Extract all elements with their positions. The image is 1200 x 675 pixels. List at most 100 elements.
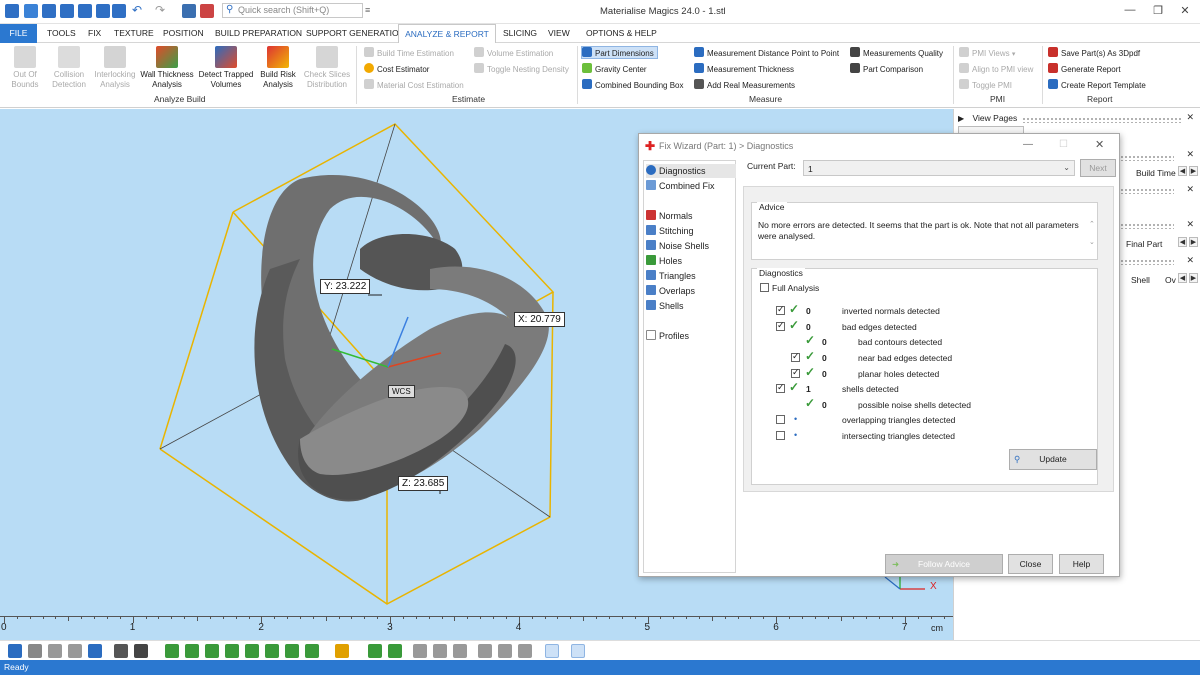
save-icon[interactable] <box>60 4 74 18</box>
gravity-center-button[interactable]: Gravity Center <box>582 63 647 76</box>
dialog-close-icon[interactable]: ✕ <box>1095 138 1104 151</box>
pmi-views-button[interactable]: PMI Views ▾ <box>959 47 1015 60</box>
tab-slicing[interactable]: SLICING <box>503 28 537 38</box>
open-icon[interactable] <box>42 4 56 18</box>
close-panel-icon[interactable]: ✕ <box>1186 149 1194 160</box>
shading-icon[interactable] <box>134 644 148 658</box>
tab-position[interactable]: POSITION <box>163 28 204 38</box>
close-button[interactable]: Close <box>1008 554 1053 574</box>
save-parts-3dpdf-button[interactable]: Save Part(s) As 3Dpdf <box>1048 47 1140 60</box>
close-panel-icon[interactable]: ✕ <box>1186 112 1194 123</box>
select-box-icon[interactable] <box>245 644 259 658</box>
unmark-all-icon[interactable] <box>518 644 532 658</box>
tab-build-preparation[interactable]: BUILD PREPARATION <box>215 28 302 38</box>
save-as-icon[interactable] <box>96 4 110 18</box>
close-panel-icon[interactable]: ✕ <box>1186 219 1194 230</box>
combined-bounding-box-button[interactable]: Combined Bounding Box <box>582 79 684 92</box>
qat-customize-icon[interactable]: ≡ <box>365 5 370 15</box>
select-cylinder-icon[interactable] <box>265 644 279 658</box>
build-time-estimation-button[interactable]: Build Time Estimation <box>364 47 454 60</box>
save-project-icon[interactable] <box>112 4 126 18</box>
surface-mode-icon[interactable] <box>571 644 585 658</box>
full-analysis-checkbox[interactable] <box>760 283 769 292</box>
toggle-nesting-density-button[interactable]: Toggle Nesting Density <box>474 63 569 76</box>
prev-arrow-icon[interactable]: ◀ <box>1178 237 1187 247</box>
shrink-icon[interactable] <box>433 644 447 658</box>
minimize-button[interactable]: — <box>1120 4 1140 16</box>
volume-estimation-button[interactable]: Volume Estimation <box>474 47 553 60</box>
create-report-template-button[interactable]: Create Report Template <box>1048 79 1146 92</box>
nav-normals[interactable]: Normals <box>646 209 736 223</box>
material-cost-estimation-button[interactable]: Material Cost Estimation <box>364 79 464 92</box>
zoom-icon[interactable] <box>8 644 22 658</box>
panel-grip[interactable] <box>1022 117 1182 123</box>
nav-diagnostics[interactable]: Diagnostics <box>646 164 736 178</box>
check-slices-distribution-button[interactable]: Check Slices Distribution <box>303 46 351 90</box>
triangle-mode-icon[interactable] <box>545 644 559 658</box>
quick-search-input[interactable]: ⚲ Quick search (Shift+Q) <box>222 3 363 18</box>
nav-combined-fix[interactable]: Combined Fix <box>646 179 736 193</box>
select-lasso-icon[interactable] <box>285 644 299 658</box>
prev-arrow-icon[interactable]: ◀ <box>1178 273 1187 283</box>
nav-triangles[interactable]: Triangles <box>646 269 736 283</box>
color-icon[interactable] <box>335 644 349 658</box>
bad-edges-checkbox[interactable] <box>776 320 785 331</box>
tab-view[interactable]: VIEW <box>548 28 570 38</box>
tab-options-help[interactable]: OPTIONS & HELP <box>586 28 657 38</box>
prev-arrow-icon[interactable]: ◀ <box>1178 166 1187 176</box>
dialog-maximize-button[interactable]: ☐ <box>1059 139 1068 150</box>
view-cube-icon[interactable] <box>88 644 102 658</box>
mark-icon[interactable] <box>368 644 382 658</box>
tab-fix[interactable]: FIX <box>88 28 101 38</box>
tab-texture[interactable]: TEXTURE <box>114 28 154 38</box>
restore-button[interactable]: ❐ <box>1148 4 1168 17</box>
nav-noise-shells[interactable]: Noise Shells <box>646 239 736 253</box>
render-mode-icon[interactable] <box>114 644 128 658</box>
measurement-distance-button[interactable]: Measurement Distance Point to Point <box>694 47 839 60</box>
part-icon[interactable] <box>182 4 196 18</box>
tab-support-generation[interactable]: SUPPORT GENERATION <box>306 28 405 38</box>
generate-report-button[interactable]: Generate Report <box>1048 63 1121 76</box>
close-panel-icon[interactable]: ✕ <box>1186 184 1194 195</box>
align-to-pmi-view-button[interactable]: Align to PMI view <box>959 63 1033 76</box>
tab-file[interactable]: FILE <box>0 24 37 43</box>
next-arrow-icon[interactable]: ▶ <box>1189 166 1198 176</box>
new-file-icon[interactable] <box>24 4 38 18</box>
select-plane-icon[interactable] <box>225 644 239 658</box>
nav-stitching[interactable]: Stitching <box>646 224 736 238</box>
nav-profiles[interactable]: Profiles <box>646 329 736 343</box>
update-button[interactable]: ⚲ Update <box>1009 449 1097 470</box>
expand-icon[interactable] <box>413 644 427 658</box>
zoom-window-icon[interactable] <box>28 644 42 658</box>
planar-holes-checkbox[interactable] <box>791 367 800 378</box>
zoom-fit-icon[interactable] <box>48 644 62 658</box>
close-panel-icon[interactable]: ✕ <box>1186 255 1194 266</box>
cost-estimator-button[interactable]: Cost Estimator <box>364 63 429 76</box>
follow-advice-button[interactable]: ➜ Follow Advice <box>885 554 1003 574</box>
select-triangle-icon[interactable] <box>165 644 179 658</box>
next-button[interactable]: Next <box>1080 159 1116 177</box>
pan-icon[interactable] <box>68 644 82 658</box>
intersecting-triangles-checkbox[interactable] <box>776 431 785 440</box>
select-shell-icon[interactable] <box>205 644 219 658</box>
help-button[interactable]: Help <box>1059 554 1104 574</box>
toggle-pmi-button[interactable]: Toggle PMI <box>959 79 1012 92</box>
invert-icon[interactable] <box>453 644 467 658</box>
interlocking-analysis-button[interactable]: Interlocking Analysis <box>93 46 137 90</box>
build-risk-analysis-button[interactable]: Build Risk Analysis <box>258 46 298 90</box>
collision-detection-button[interactable]: Collision Detection <box>48 46 90 90</box>
part-dimensions-button[interactable]: Part Dimensions <box>581 46 658 59</box>
dialog-minimize-button[interactable]: — <box>1023 139 1033 150</box>
advice-scrollbar[interactable]: ⌃ ⌄ <box>1089 216 1095 252</box>
undo-icon[interactable]: ↶ <box>132 4 148 18</box>
select-brush-icon[interactable] <box>305 644 319 658</box>
tab-analyze-report[interactable]: ANALYZE & REPORT <box>398 24 496 44</box>
wall-thickness-analysis-button[interactable]: Wall Thickness Analysis <box>140 46 194 90</box>
redo-icon[interactable]: ↷ <box>155 4 171 18</box>
close-window-button[interactable]: ✕ <box>1175 4 1195 17</box>
add-real-measurements-button[interactable]: Add Real Measurements <box>694 79 795 92</box>
near-bad-edges-checkbox[interactable] <box>791 351 800 362</box>
current-part-select[interactable]: 1 ⌄ <box>803 160 1075 176</box>
fix-icon[interactable] <box>200 4 214 18</box>
nav-overlaps[interactable]: Overlaps <box>646 284 736 298</box>
